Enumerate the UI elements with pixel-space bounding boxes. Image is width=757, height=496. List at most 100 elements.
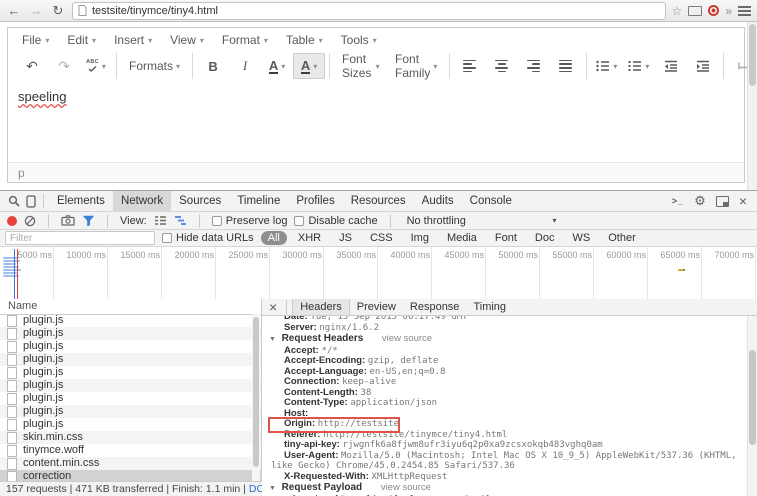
disclosure-triangle-icon[interactable]: ▼ <box>269 485 276 492</box>
requests-scrollbar[interactable] <box>252 314 260 481</box>
menu-item[interactable]: View ▾ <box>162 31 212 49</box>
page-scrollbar[interactable] <box>747 22 757 190</box>
name-column-header[interactable]: Name <box>0 299 261 315</box>
italic-button[interactable]: I <box>229 53 261 79</box>
domcontentloaded-link[interactable]: DOMContentLo… <box>249 483 262 495</box>
network-overview[interactable]: 5000 ms10000 ms15000 ms20000 ms25000 ms3… <box>0 247 757 300</box>
view-source-link[interactable]: view source <box>382 333 432 344</box>
throttling-dropdown[interactable]: No throttling ▾ <box>403 215 561 227</box>
undo-button[interactable]: ↶ <box>16 53 48 79</box>
menu-item[interactable]: Edit ▾ <box>59 31 104 49</box>
font-sizes-dropdown[interactable]: Font Sizes ▾ <box>334 53 388 79</box>
spellcheck-button[interactable]: ABC ▾ <box>80 53 112 79</box>
editor-content[interactable]: speeling <box>8 80 744 162</box>
bullet-list-button[interactable]: ▾ <box>591 53 623 79</box>
checkbox[interactable] <box>212 216 222 226</box>
table-row[interactable]: tinymce.woff <box>0 444 261 457</box>
misspelled-word[interactable]: speeling <box>18 89 66 104</box>
device-toolbar-icon[interactable] <box>26 195 36 208</box>
devtools-tab[interactable]: Network <box>113 191 171 211</box>
resource-type-filter[interactable]: Font <box>488 231 524 245</box>
filter-input[interactable] <box>5 231 155 245</box>
numbered-list-button[interactable]: ▾ <box>623 53 655 79</box>
redo-button[interactable]: ↷ <box>48 53 80 79</box>
waterfall-view-icon[interactable] <box>174 215 187 226</box>
table-row[interactable]: content.min.css <box>0 457 261 470</box>
devtools-tab[interactable]: Console <box>462 191 520 211</box>
table-row[interactable]: plugin.js <box>0 327 261 340</box>
close-devtools-icon[interactable]: × <box>739 194 747 208</box>
clear-icon[interactable] <box>24 215 36 227</box>
menu-item[interactable]: Table ▾ <box>278 31 331 49</box>
details-tab[interactable]: Response <box>403 299 467 315</box>
menu-item[interactable]: Format ▾ <box>214 31 276 49</box>
table-row[interactable]: plugin.js <box>0 353 261 366</box>
scrollbar-thumb[interactable] <box>749 24 756 86</box>
resource-type-filter[interactable]: JS <box>332 231 359 245</box>
menu-item[interactable]: Tools ▾ <box>333 31 385 49</box>
table-row[interactable]: correction <box>0 470 261 481</box>
text-color-button[interactable]: A ▾ <box>261 53 293 79</box>
resource-type-filter[interactable]: Img <box>404 231 436 245</box>
table-row[interactable]: plugin.js <box>0 418 261 431</box>
resource-type-filter[interactable]: Other <box>601 231 643 245</box>
element-path[interactable]: p <box>18 166 25 180</box>
resource-type-filter[interactable]: CSS <box>363 231 400 245</box>
gear-icon[interactable]: ⚙ <box>694 193 706 209</box>
resource-type-filter[interactable]: XHR <box>291 231 328 245</box>
dock-side-icon[interactable] <box>716 196 729 207</box>
resource-type-filter[interactable]: Doc <box>528 231 562 245</box>
preserve-log-checkbox[interactable]: Preserve log <box>212 215 288 227</box>
align-justify-button[interactable] <box>550 53 582 79</box>
inspect-element-icon[interactable] <box>8 195 20 207</box>
bookmark-star-icon[interactable]: ☆ <box>672 1 683 21</box>
align-left-button[interactable] <box>454 53 486 79</box>
align-center-button[interactable] <box>486 53 518 79</box>
outdent-button[interactable] <box>655 53 687 79</box>
chrome-menu-icon[interactable] <box>738 4 751 18</box>
back-icon[interactable]: ← <box>6 1 22 21</box>
details-scrollbar[interactable] <box>747 316 757 496</box>
devtools-tab[interactable]: Sources <box>171 191 229 211</box>
indent-button[interactable] <box>687 53 719 79</box>
table-row[interactable]: plugin.js <box>0 379 261 392</box>
scrollbar-thumb[interactable] <box>749 350 756 445</box>
devtools-tab[interactable]: Timeline <box>229 191 288 211</box>
table-row[interactable]: plugin.js <box>0 405 261 418</box>
view-source-link[interactable]: view source <box>381 482 431 493</box>
formats-dropdown[interactable]: Formats ▾ <box>121 53 188 79</box>
devtools-tab[interactable]: Audits <box>414 191 462 211</box>
font-family-dropdown[interactable]: Font Family ▾ <box>388 53 445 79</box>
bold-button[interactable]: B <box>197 53 229 79</box>
table-row[interactable]: plugin.js <box>0 340 261 353</box>
table-row[interactable]: plugin.js <box>0 392 261 405</box>
align-right-button[interactable] <box>518 53 550 79</box>
screenshot-icon[interactable] <box>61 215 75 226</box>
forward-icon[interactable]: → <box>28 1 44 21</box>
disclosure-triangle-icon[interactable]: ▼ <box>269 336 276 343</box>
scrollbar-thumb[interactable] <box>253 317 259 467</box>
overflow-icon[interactable]: » <box>725 1 732 21</box>
menu-item[interactable]: Insert ▾ <box>106 31 160 49</box>
filter-funnel-icon[interactable] <box>82 215 95 227</box>
table-row[interactable]: skin.min.css <box>0 431 261 444</box>
table-row[interactable]: plugin.js <box>0 366 261 379</box>
record-icon[interactable] <box>7 216 17 226</box>
menu-item[interactable]: File ▾ <box>14 31 57 49</box>
disable-cache-checkbox[interactable]: Disable cache <box>294 215 377 227</box>
details-tab[interactable]: Preview <box>350 299 403 315</box>
list-view-icon[interactable] <box>154 215 167 226</box>
cast-icon[interactable] <box>688 6 702 16</box>
resource-type-filter[interactable]: WS <box>565 231 597 245</box>
details-tab[interactable]: Headers <box>292 299 350 315</box>
close-details-icon[interactable]: × <box>265 300 281 314</box>
checkbox[interactable] <box>162 233 172 243</box>
background-color-button[interactable]: A ▾ <box>293 53 325 79</box>
devtools-tab[interactable]: Elements <box>49 191 113 211</box>
address-bar[interactable]: testsite/tinymce/tiny4.html <box>72 2 666 20</box>
reload-icon[interactable]: ↻ <box>50 1 66 21</box>
headers-content[interactable]: Date: Tue, 15 Sep 2015 06:17:49 GMT Serv… <box>266 316 745 496</box>
console-drawer-icon[interactable]: >_ <box>672 196 684 206</box>
resource-type-filter[interactable]: Media <box>440 231 484 245</box>
devtools-tab[interactable]: Profiles <box>288 191 342 211</box>
